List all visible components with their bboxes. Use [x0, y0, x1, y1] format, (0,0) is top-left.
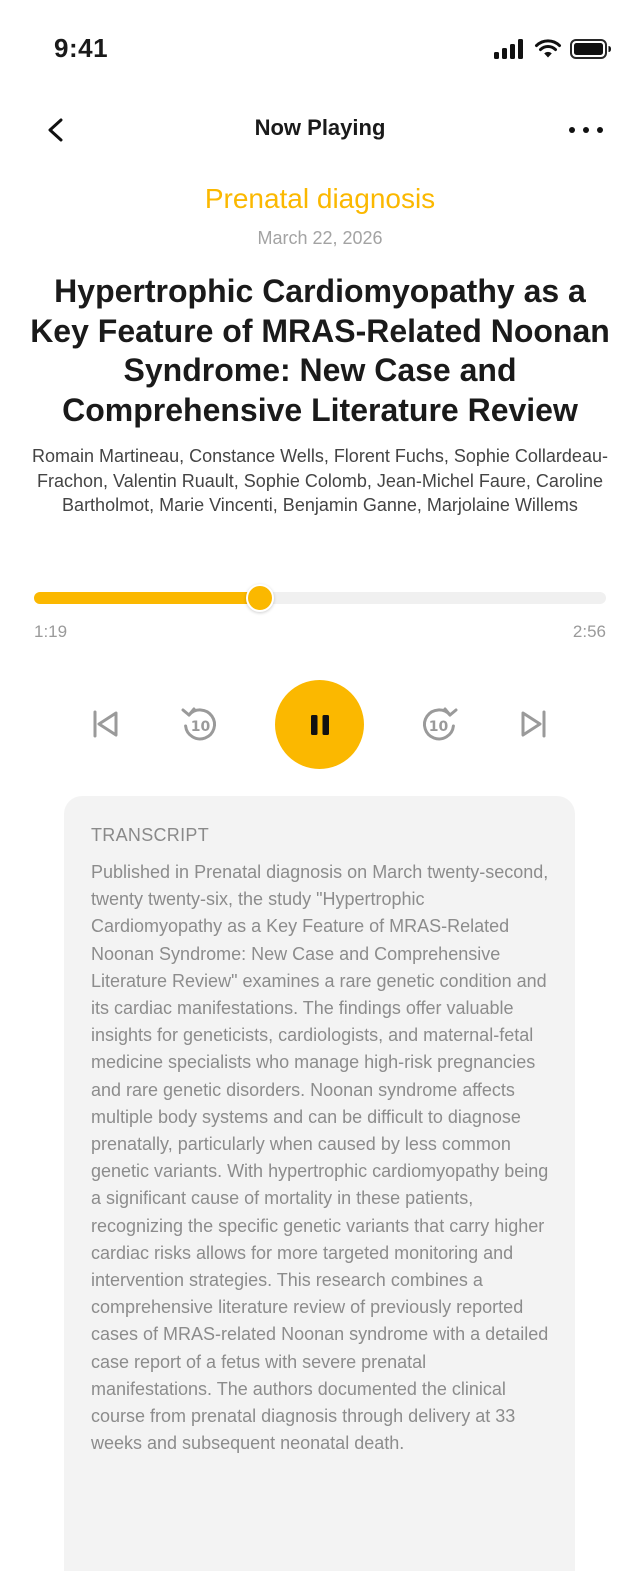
nav-bar: Now Playing	[0, 100, 640, 160]
battery-icon	[570, 39, 611, 59]
pause-icon	[310, 714, 329, 735]
elapsed-time: 1:19	[34, 622, 68, 641]
progress-fill	[34, 592, 260, 604]
pause-button[interactable]	[275, 680, 364, 769]
forward-10-button[interactable]: 10	[418, 703, 460, 745]
forward-10-icon: 10	[422, 707, 458, 741]
svg-text:10: 10	[429, 719, 449, 735]
transcript-heading: TRANSCRIPT	[91, 825, 210, 845]
skip-back-icon	[93, 710, 118, 738]
transcript-text: Published in Prenatal diagnosis on March…	[91, 862, 549, 1454]
journal-name[interactable]: Prenatal diagnosis	[0, 183, 640, 215]
progress-thumb[interactable]	[245, 584, 274, 612]
wifi-icon	[535, 39, 561, 58]
cellular-signal-icon	[494, 39, 523, 59]
status-icons	[494, 38, 612, 60]
status-time: 9:41	[54, 33, 109, 63]
playback-controls: 10 10	[0, 678, 640, 770]
previous-button[interactable]	[84, 703, 126, 745]
next-button[interactable]	[513, 703, 555, 745]
ellipsis-icon	[569, 127, 603, 133]
article-title: Hypertrophic Cardiomyopathy as a Key Fea…	[30, 273, 610, 428]
article-authors: Romain Martineau, Constance Wells, Flore…	[32, 446, 608, 515]
publication-date: March 22, 2026	[257, 228, 383, 248]
total-time: 2:56	[572, 622, 606, 641]
skip-forward-icon	[521, 710, 546, 738]
rewind-10-button[interactable]: 10	[179, 703, 221, 745]
transcript-card[interactable]: TRANSCRIPT Published in Prenatal diagnos…	[64, 796, 575, 1571]
progress-slider[interactable]	[34, 584, 606, 612]
page-title: Now Playing	[254, 115, 386, 140]
status-bar: 9:41	[0, 0, 640, 96]
more-options-button[interactable]	[566, 112, 606, 148]
svg-text:10: 10	[191, 719, 211, 735]
rewind-10-icon: 10	[181, 707, 217, 741]
